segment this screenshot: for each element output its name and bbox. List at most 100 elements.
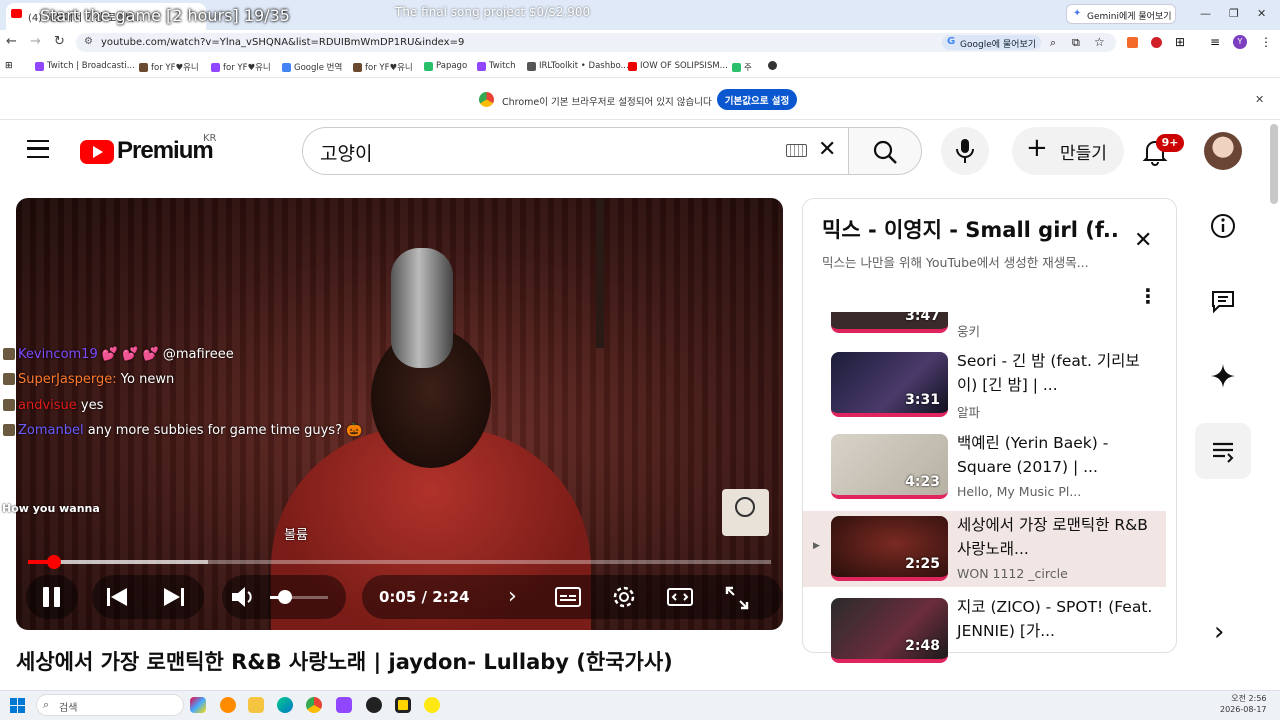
kakaotalk-icon[interactable]	[424, 697, 440, 713]
comments-button[interactable]	[1195, 273, 1251, 329]
bookmark-item[interactable]: IRLToolkit • Dashbo...	[527, 61, 629, 71]
next-track-icon[interactable]	[162, 586, 186, 608]
forward-icon[interactable]: →	[30, 34, 41, 49]
page-scrollbar[interactable]	[1270, 124, 1278, 204]
papago-icon	[424, 61, 433, 71]
close-playlist-icon[interactable]: ✕	[1134, 228, 1152, 253]
playlist-more-icon[interactable]: ⋮	[1138, 284, 1158, 308]
playlist-item[interactable]: 3:31 Seori - 긴 밤 (feat. 기리보이) [긴 밤] | ..…	[803, 347, 1166, 423]
search-app-icon[interactable]	[220, 697, 236, 713]
bookmark-item[interactable]: for YF♥유니	[211, 61, 271, 73]
bookmark-label: Twitch | Broadcasti...	[47, 61, 135, 71]
clear-search-icon[interactable]: ✕	[818, 137, 836, 162]
ask-ai-button[interactable]	[1195, 348, 1251, 404]
bookmark-favicon-icon	[353, 62, 362, 72]
copilot-icon[interactable]	[190, 697, 206, 713]
google-ask-button[interactable]: G Google에 물어보기	[942, 35, 1041, 50]
back-icon[interactable]: ←	[6, 34, 17, 49]
bookmark-item[interactable]: Google 번역	[282, 61, 342, 73]
bookmark-star-icon[interactable]: ☆	[1094, 35, 1105, 49]
google-translate-icon	[282, 62, 291, 72]
chrome-icon[interactable]	[306, 697, 322, 713]
playlist-toggle-button[interactable]	[1195, 423, 1251, 479]
file-explorer-icon[interactable]	[248, 697, 264, 713]
chat-text: 💕 💕 💕 @mafireee	[101, 347, 234, 362]
subtitles-icon[interactable]	[554, 585, 582, 609]
bookmark-item[interactable]: 주	[732, 61, 752, 73]
youtube-logo-icon[interactable]	[80, 140, 114, 164]
window-close-button[interactable]: ✕	[1257, 7, 1266, 20]
taskbar-clock[interactable]: 오전 2:56 2026-08-17	[1220, 693, 1267, 715]
twitch-icon[interactable]	[336, 697, 352, 713]
url-text[interactable]: youtube.com/watch?v=Ylna_vSHQNA&list=RDU…	[101, 37, 464, 48]
extension-red-icon[interactable]	[1151, 37, 1162, 48]
channel-name: Hello, My Music Pl...	[957, 484, 1082, 499]
bookmark-item[interactable]: Twitch	[477, 61, 516, 71]
chevron-right-icon[interactable]: ›	[1214, 617, 1224, 647]
taskbar-search-input[interactable]: ⌕ 검색	[36, 694, 184, 716]
video-duration: 3:47	[905, 312, 940, 324]
set-default-button[interactable]: 기본값으로 설정	[717, 89, 797, 110]
zoom-icon[interactable]: ⌕	[1050, 36, 1056, 50]
settings-gear-icon[interactable]	[611, 584, 637, 610]
channel-watermark[interactable]	[722, 489, 769, 536]
bookmark-item[interactable]: IOW OF SOLIPSISM...	[628, 61, 728, 71]
apps-grid-icon[interactable]: ⊞	[5, 61, 13, 71]
hamburger-menu-icon[interactable]	[27, 140, 49, 158]
progress-scrubber[interactable]	[47, 555, 61, 569]
gemini-button[interactable]: ✦ Gemini에게 물어보기	[1066, 4, 1176, 24]
playlist-item-active[interactable]: ▶ 2:25 세상에서 가장 로맨틱한 R&B 사랑노래... WON 1112…	[803, 511, 1166, 587]
chapter-arrow-icon[interactable]: ›	[508, 584, 517, 609]
app-icon[interactable]	[395, 697, 411, 713]
fullscreen-icon[interactable]	[724, 585, 750, 611]
search-button[interactable]	[848, 127, 922, 175]
video-thumbnail: 4:23	[831, 434, 948, 499]
video-duration: 4:23	[905, 474, 940, 490]
minimize-button[interactable]: —	[1200, 7, 1211, 20]
create-button[interactable]: + 만들기	[1012, 127, 1124, 175]
install-icon[interactable]: ⧉	[1072, 36, 1080, 50]
reload-icon[interactable]: ↻	[54, 34, 65, 49]
video-player[interactable]	[16, 198, 783, 630]
volume-knob[interactable]	[278, 590, 292, 604]
search-input[interactable]: 고양이	[320, 139, 372, 166]
volume-icon[interactable]	[230, 585, 256, 609]
bookmark-item[interactable]: Papago	[424, 61, 467, 71]
playlist-subtitle: 믹스는 나만을 위해 YouTube에서 생성한 재생목...	[822, 255, 1089, 270]
bookmark-item[interactable]: for YF♥유니	[139, 61, 199, 73]
obs-icon[interactable]	[366, 697, 382, 713]
windows-start-icon[interactable]	[10, 698, 25, 713]
avatar[interactable]	[1204, 132, 1242, 170]
infobar-close-icon[interactable]: ✕	[1255, 93, 1264, 106]
video-duration: 2:25	[905, 556, 940, 572]
bookmark-favicon-icon	[732, 62, 741, 72]
bookmark-favicon-icon	[139, 62, 148, 72]
playlist-item[interactable]: 2:48 지코 (ZICO) - SPOT! (Feat. JENNIE) [가…	[803, 593, 1166, 669]
stream-overlay-title: Start the game [2 hours] 19/35	[40, 6, 290, 25]
bookmark-item[interactable]: Twitch | Broadcasti...	[35, 61, 135, 71]
voice-search-button[interactable]	[941, 127, 989, 175]
playlist-title: 믹스 - 이영지 - Small girl (f...	[822, 218, 1117, 242]
chrome-icon	[479, 92, 494, 107]
profile-icon[interactable]: Y	[1233, 35, 1247, 49]
previous-track-icon[interactable]	[105, 586, 129, 608]
media-control-icon[interactable]: ≡	[1210, 35, 1220, 49]
extension-icon[interactable]	[1127, 37, 1138, 48]
bookmark-label: IRLToolkit • Dashbo...	[539, 61, 629, 71]
bookmark-item[interactable]	[768, 61, 777, 70]
keyboard-icon[interactable]	[786, 144, 807, 157]
maximize-button[interactable]: ❐	[1229, 7, 1239, 20]
more-menu-icon[interactable]: ⋮	[1260, 35, 1272, 49]
playlist-item[interactable]: 4:23 백예린 (Yerin Baek) - Square (2017) | …	[803, 429, 1166, 505]
theater-mode-icon[interactable]	[666, 585, 694, 609]
site-info-icon[interactable]: ⚙	[84, 36, 93, 47]
youtube-logo-text[interactable]: Premium	[117, 137, 214, 165]
info-button[interactable]	[1195, 198, 1251, 254]
extensions-puzzle-icon[interactable]: ⊞	[1175, 35, 1185, 49]
info-icon	[1211, 214, 1235, 238]
pause-icon[interactable]	[43, 587, 49, 607]
search-box[interactable]	[302, 127, 849, 175]
bookmark-item[interactable]: for YF♥유니	[353, 61, 413, 73]
playlist-item-partial[interactable]: 3:47 웅키	[803, 312, 1166, 342]
edge-icon[interactable]	[277, 697, 293, 713]
